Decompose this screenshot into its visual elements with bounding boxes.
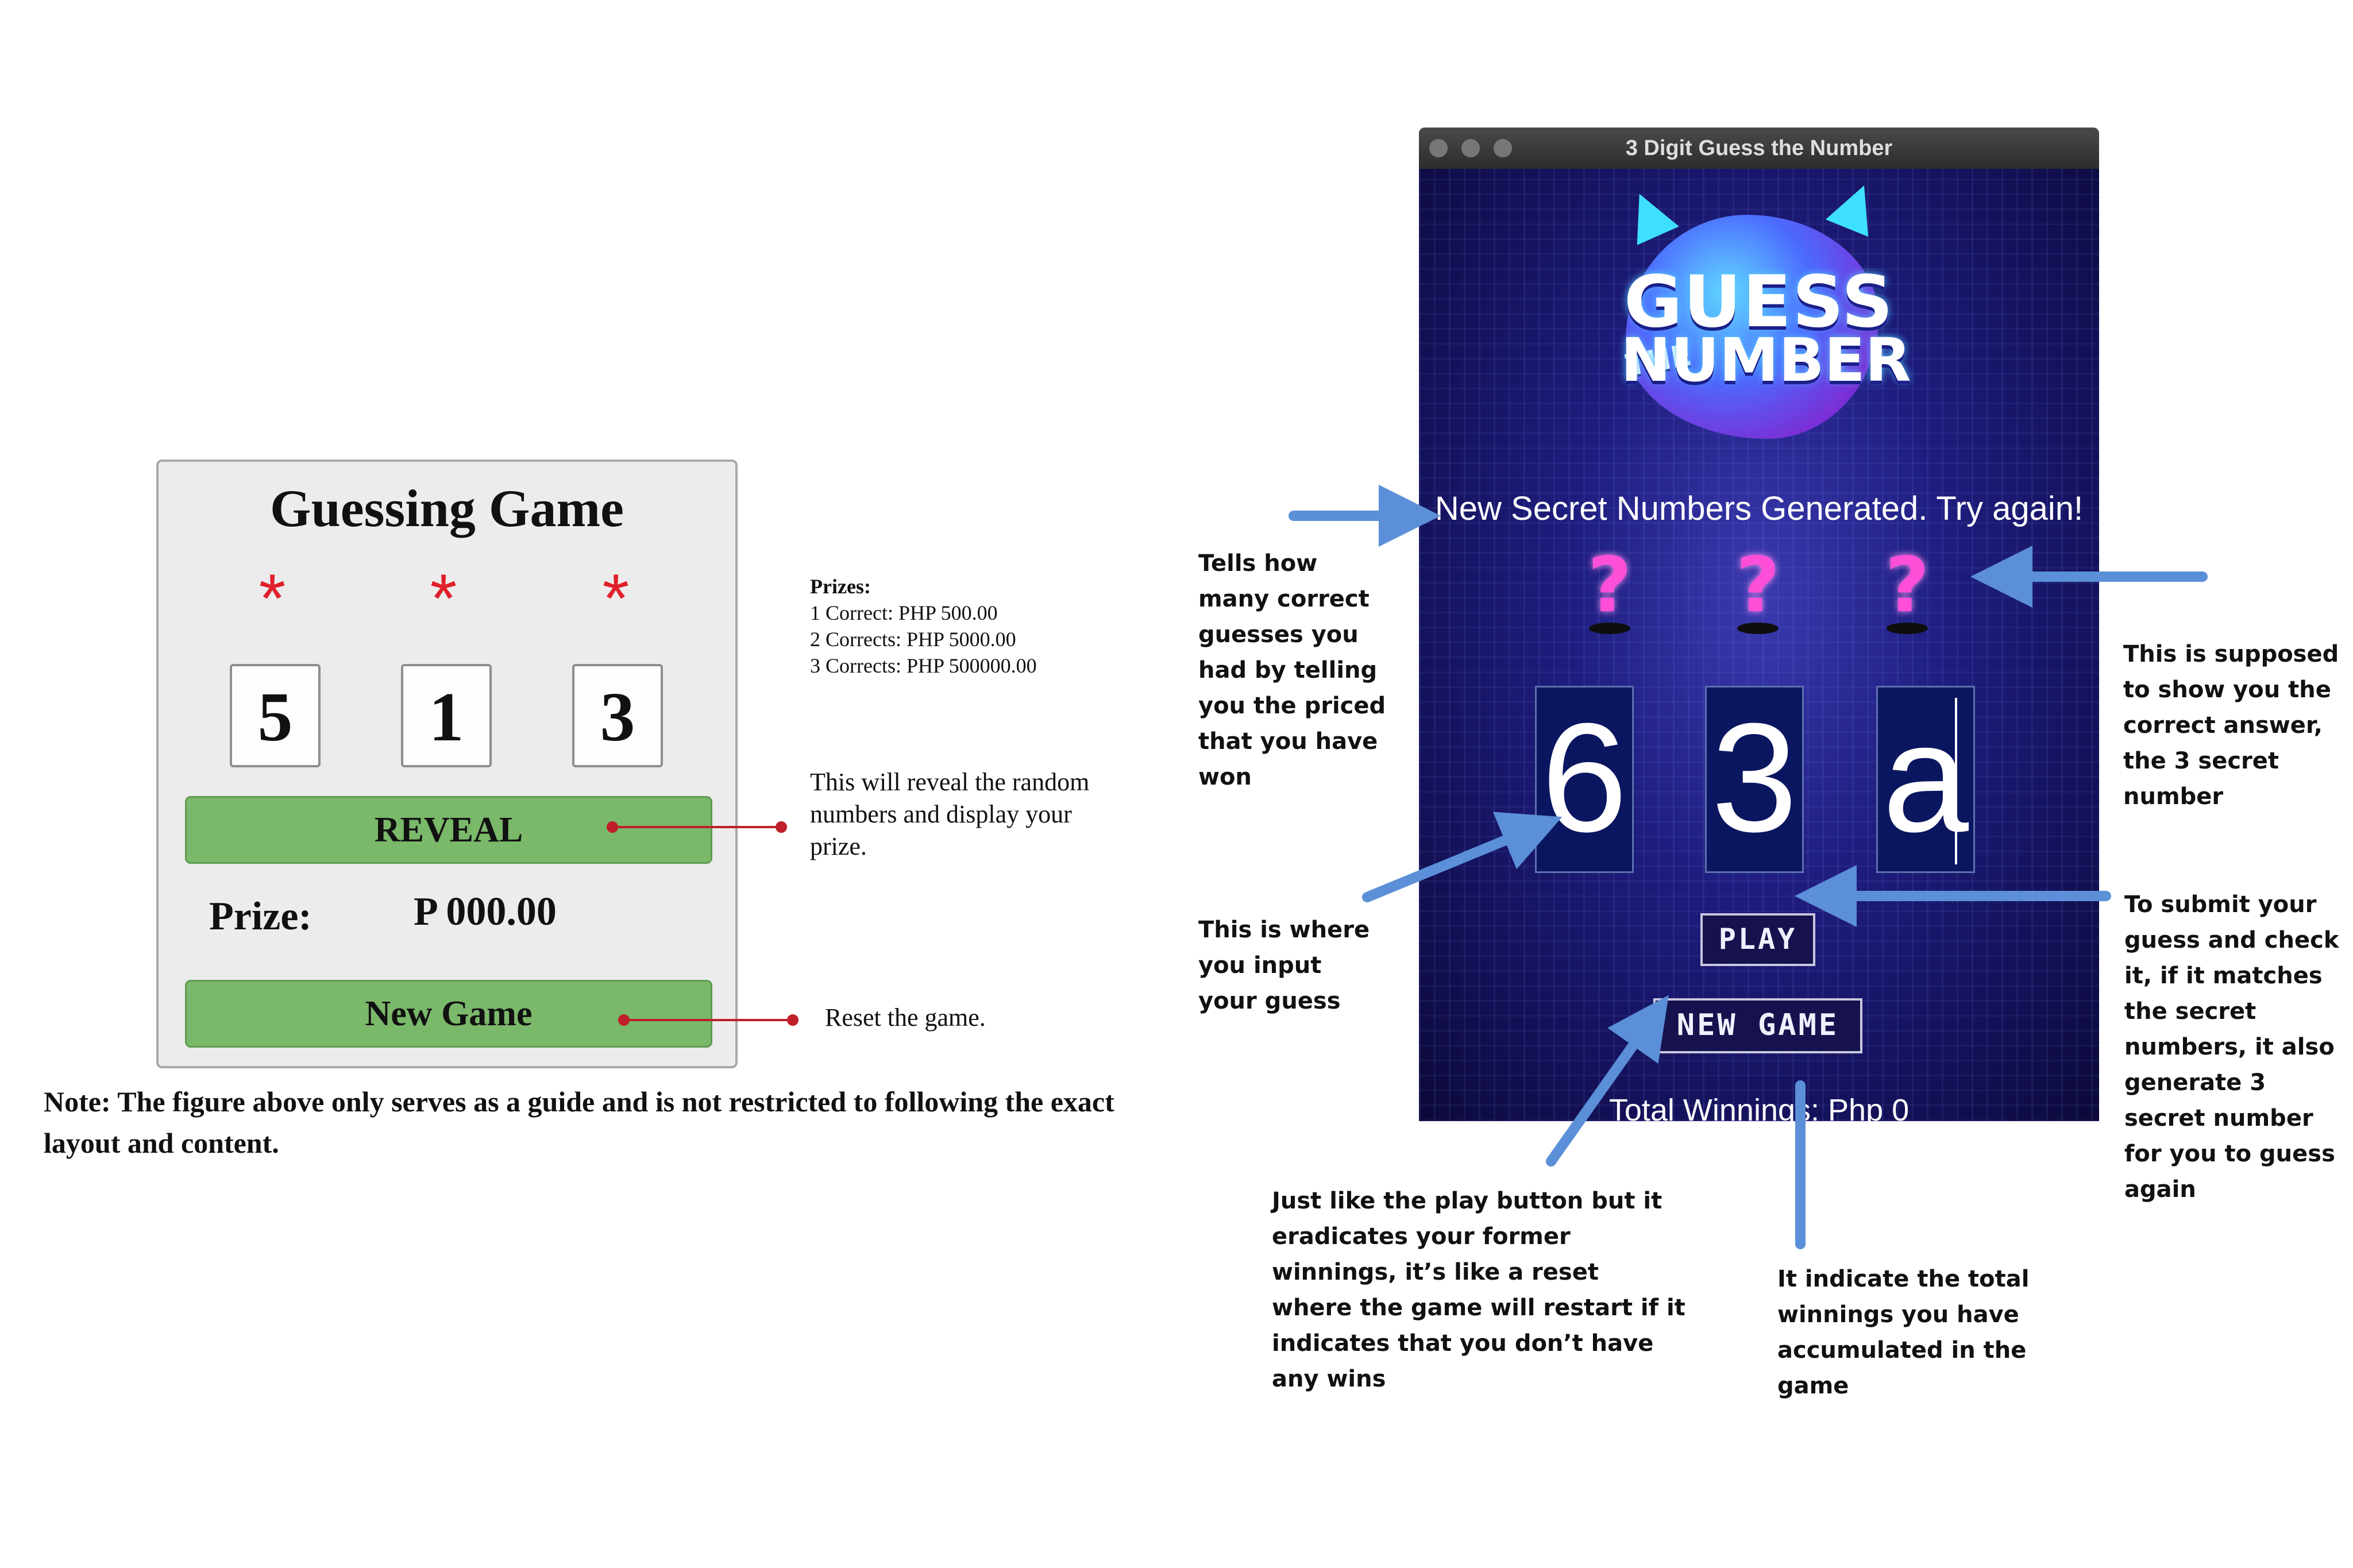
guessing-game-mockup: Guessing Game * * * 5 1 3 REVEAL Prize: …: [156, 459, 738, 1068]
secret-digit-2-question-icon: ?: [1735, 541, 1780, 629]
mockup-title: Guessing Game: [270, 479, 624, 538]
input-annotation: This is where you input your guess: [1198, 917, 1370, 1014]
guess-input-1[interactable]: 6: [1535, 686, 1634, 873]
reveal-button[interactable]: REVEAL: [185, 796, 712, 864]
prize-value: P 000.00: [414, 890, 557, 934]
logo-spike-graphic: [1825, 176, 1886, 237]
secret-digit-3-question-icon: ?: [1885, 541, 1930, 629]
total-winnings: Total Winnings: Php 0: [1608, 1093, 1910, 1121]
new-game-button-game[interactable]: NEW GAME: [1653, 998, 1862, 1053]
text-caret: [1955, 698, 1957, 864]
window-title: 3 Digit Guess the Number: [1625, 136, 1893, 160]
hidden-digit-2: *: [430, 560, 457, 637]
new-game-annotation: Just like the play button but it eradica…: [1272, 1188, 1685, 1392]
prize-tier-2: 2 Corrects: PHP 5000.00: [810, 628, 1016, 651]
status-message: New Secret Numbers Generated. Try again!: [1434, 490, 2084, 527]
game-canvas: GUESS THE NUMBER New Secret Numbers Gene…: [1419, 169, 2099, 1121]
guess-input-2[interactable]: 3: [1705, 686, 1804, 873]
secret-digit-1-question-icon: ?: [1587, 541, 1632, 629]
secret-annotation: This is supposed to show you the correct…: [2123, 641, 2339, 810]
play-button[interactable]: PLAY: [1700, 913, 1815, 966]
logo-spike-graphic: [1618, 184, 1679, 245]
new-game-button[interactable]: New Game: [185, 980, 712, 1048]
prizes-heading: Prizes:: [810, 575, 871, 598]
winnings-annotation: It indicate the total winnings you have …: [1777, 1266, 2030, 1399]
status-annotation: Tells how many correct guesses you had b…: [1198, 550, 1386, 790]
logo-number-text: NUMBER: [1621, 325, 1911, 395]
question-pedestal-icon: [1737, 623, 1779, 634]
prize-tier-1: 1 Correct: PHP 500.00: [810, 601, 998, 624]
digit-input-1[interactable]: 5: [230, 664, 321, 767]
digit-input-2[interactable]: 1: [401, 664, 492, 767]
reveal-annotation: This will reveal the random numbers and …: [810, 768, 1090, 860]
reset-annotation: Reset the game.: [825, 1003, 986, 1032]
prize-tier-3: 3 Corrects: PHP 500000.00: [810, 654, 1037, 677]
game-window: 3 Digit Guess the Number GUESS THE NUMBE…: [1419, 128, 2099, 1121]
prizes-list: Prizes: 1 Correct: PHP 500.00 2 Corrects…: [810, 573, 1037, 679]
question-pedestal-icon: [1589, 623, 1630, 634]
reveal-dot-icon: [776, 821, 787, 833]
note-text: Note: The figure above only serves as a …: [44, 1086, 1114, 1159]
hidden-digit-3: *: [602, 560, 630, 637]
prize-label: Prize:: [209, 894, 312, 939]
question-pedestal-icon: [1887, 623, 1928, 634]
window-titlebar: 3 Digit Guess the Number: [1419, 128, 2099, 169]
digit-input-3[interactable]: 3: [572, 664, 663, 767]
hidden-digit-1: *: [259, 560, 286, 637]
reset-dot-icon: [787, 1014, 799, 1026]
play-annotation: To submit your guess and check it, if it…: [2124, 891, 2339, 1203]
guess-input-3[interactable]: a: [1876, 686, 1975, 873]
